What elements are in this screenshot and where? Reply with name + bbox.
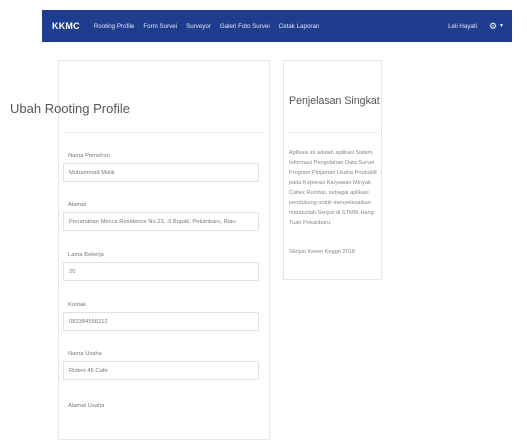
label-nama-usaha: Nama Usaha xyxy=(68,351,102,357)
nav-link-cetak-laporan[interactable]: Cetak Laporan xyxy=(279,23,320,30)
lama-bekerja-input[interactable] xyxy=(63,262,259,281)
label-lama-bekerja: Lama Bekerja xyxy=(68,252,104,258)
brand-logo[interactable]: KKMC xyxy=(52,21,80,31)
info-title: Penjelasan Singkat xyxy=(289,95,380,107)
gear-icon[interactable]: ⚙ xyxy=(489,21,497,31)
info-footer: Skripsi Keven Keggn 2018 xyxy=(289,249,355,255)
edit-profile-panel xyxy=(58,60,270,440)
nav-links: Rooting Profile Form Survei Surveyor Gal… xyxy=(94,23,329,30)
label-kontak: Kontak xyxy=(68,302,87,308)
label-alamat-usaha: Alamat Usaha xyxy=(68,403,105,409)
info-description: Aplikasi ini adalah aplikasi Sistem Info… xyxy=(289,150,377,226)
nav-link-form-survei[interactable]: Form Survei xyxy=(143,23,177,30)
info-divider xyxy=(289,132,377,133)
label-alamat: Alamat xyxy=(68,202,87,208)
nama-pemohon-input[interactable] xyxy=(63,163,259,182)
info-panel: Penjelasan Singkat Aplikasi ini adalah a… xyxy=(283,60,382,280)
caret-down-icon[interactable]: ▼ xyxy=(499,23,504,29)
nav-link-rooting-profile[interactable]: Rooting Profile xyxy=(94,23,135,30)
top-navbar: KKMC Rooting Profile Form Survei Surveyo… xyxy=(42,10,512,42)
nav-link-galeri-foto[interactable]: Galeri Foto Survei xyxy=(220,23,270,30)
nama-usaha-input[interactable] xyxy=(63,361,259,380)
user-name[interactable]: Leli Hayati xyxy=(448,23,477,30)
form-divider xyxy=(65,132,263,133)
nav-link-surveyor[interactable]: Surveyor xyxy=(186,23,211,30)
user-menu[interactable]: Leli Hayati ⚙ ▼ xyxy=(448,21,504,31)
page-title: Ubah Rooting Profile xyxy=(10,101,130,116)
kontak-input[interactable] xyxy=(63,312,259,331)
alamat-input[interactable] xyxy=(63,212,259,231)
label-nama-pemohon: Nama Pemohon xyxy=(68,153,110,159)
